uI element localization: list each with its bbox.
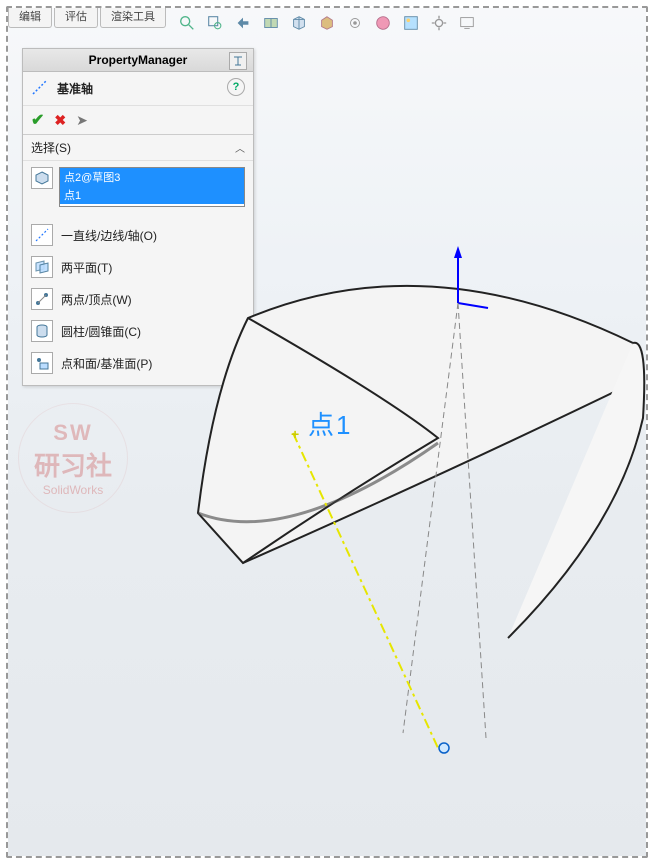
screen-icon[interactable] [456, 12, 478, 34]
cancel-icon[interactable]: ✖ [54, 112, 66, 129]
viewport[interactable]: 编辑 评估 渲染工具 PropertyManager 基准轴 ? [8, 8, 646, 856]
panel-title-text: PropertyManager [89, 53, 188, 67]
option-point-face[interactable]: 点和面/基准面(P) [23, 347, 253, 379]
watermark-bot: SolidWorks [43, 483, 103, 497]
hide-show-icon[interactable] [344, 12, 366, 34]
selection-item[interactable]: 点2@草图3 [60, 168, 244, 186]
property-manager-panel: PropertyManager 基准轴 ? ✔ ✖ ➤ 选择(S) ︿ [22, 48, 254, 386]
point-marker: + [291, 426, 299, 442]
two-planes-icon [31, 256, 53, 278]
zoom-icon[interactable] [176, 12, 198, 34]
option-two-points[interactable]: 两点/顶点(W) [23, 283, 253, 315]
tab-edit[interactable]: 编辑 [8, 8, 52, 28]
settings-icon[interactable] [428, 12, 450, 34]
zoom-area-icon[interactable] [204, 12, 226, 34]
line-icon [31, 224, 53, 246]
feature-row: 基准轴 ? [23, 72, 253, 106]
section-view-icon[interactable] [260, 12, 282, 34]
point-face-icon [31, 352, 53, 374]
option-two-planes[interactable]: 两平面(T) [23, 251, 253, 283]
option-label: 两平面(T) [61, 259, 112, 276]
cylinder-icon [31, 320, 53, 342]
option-label: 两点/顶点(W) [61, 291, 132, 308]
selection-list[interactable]: 点2@草图3 点1 [59, 167, 245, 207]
confirm-row: ✔ ✖ ➤ [23, 106, 253, 135]
axis-icon [31, 78, 49, 99]
option-label: 圆柱/圆锥面(C) [61, 323, 141, 340]
tab-render-tools[interactable]: 渲染工具 [100, 8, 166, 28]
selection-row: 点2@草图3 点1 [23, 161, 253, 213]
option-cylinder-cone[interactable]: 圆柱/圆锥面(C) [23, 315, 253, 347]
option-label: 一直线/边线/轴(O) [61, 227, 157, 244]
section-header-label: 选择(S) [31, 139, 71, 156]
command-tabs: 编辑 评估 渲染工具 [8, 8, 166, 28]
selection-filter-icon[interactable] [31, 167, 53, 189]
tab-evaluate[interactable]: 评估 [54, 8, 98, 28]
two-points-icon [31, 288, 53, 310]
watermark: SW 研习社 SolidWorks [18, 403, 128, 513]
section-header-select[interactable]: 选择(S) ︿ [23, 135, 253, 161]
watermark-mid: 研习社 [34, 446, 112, 483]
scene-icon[interactable] [400, 12, 422, 34]
panel-title: PropertyManager [23, 49, 253, 72]
prev-view-icon[interactable] [232, 12, 254, 34]
view-orientation-icon[interactable] [288, 12, 310, 34]
help-icon[interactable]: ? [227, 78, 245, 96]
ok-icon[interactable]: ✔ [31, 110, 44, 130]
selection-item[interactable]: 点1 [60, 186, 244, 204]
view-toolbar [176, 12, 478, 34]
panel-pin-icon[interactable] [229, 52, 247, 70]
chevron-up-icon: ︿ [235, 140, 245, 155]
pushpin-icon[interactable]: ➤ [76, 112, 88, 129]
option-line-edge-axis[interactable]: 一直线/边线/轴(O) [23, 219, 253, 251]
option-label: 点和面/基准面(P) [61, 355, 152, 372]
watermark-top: SW [53, 420, 92, 446]
display-style-icon[interactable] [316, 12, 338, 34]
point1-label: 点1 [308, 405, 352, 442]
feature-name: 基准轴 [57, 80, 93, 97]
appearance-icon[interactable] [372, 12, 394, 34]
